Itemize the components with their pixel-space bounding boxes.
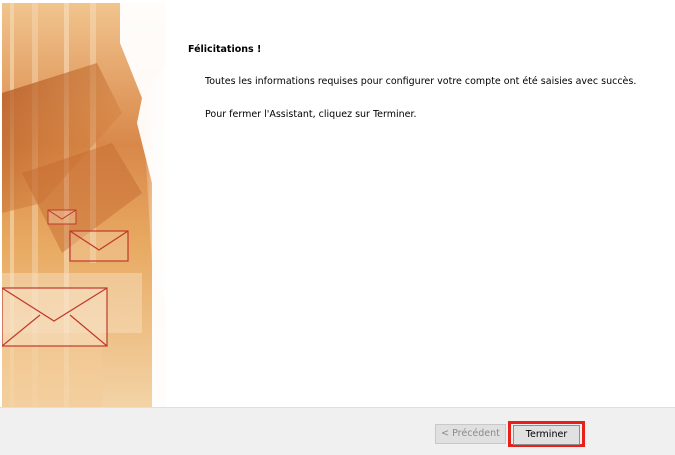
wizard-side-banner [2, 3, 166, 407]
wizard-footer: < Précédent Terminer [0, 407, 675, 455]
envelope-icon [69, 230, 129, 262]
setup-wizard-window: Félicitations ! Toutes les informations … [0, 0, 675, 455]
wizard-heading: Félicitations ! [188, 44, 262, 55]
close-instruction: Pour fermer l'Assistant, cliquez sur Ter… [205, 109, 417, 120]
finish-button[interactable]: Terminer [513, 425, 580, 445]
back-button[interactable]: < Précédent [435, 424, 506, 444]
envelope-icon [2, 287, 108, 347]
envelope-icon [47, 209, 77, 225]
success-message: Toutes les informations requises pour co… [205, 76, 637, 87]
wizard-content: Félicitations ! Toutes les informations … [188, 44, 658, 142]
finish-button-highlight: Terminer [508, 421, 585, 447]
